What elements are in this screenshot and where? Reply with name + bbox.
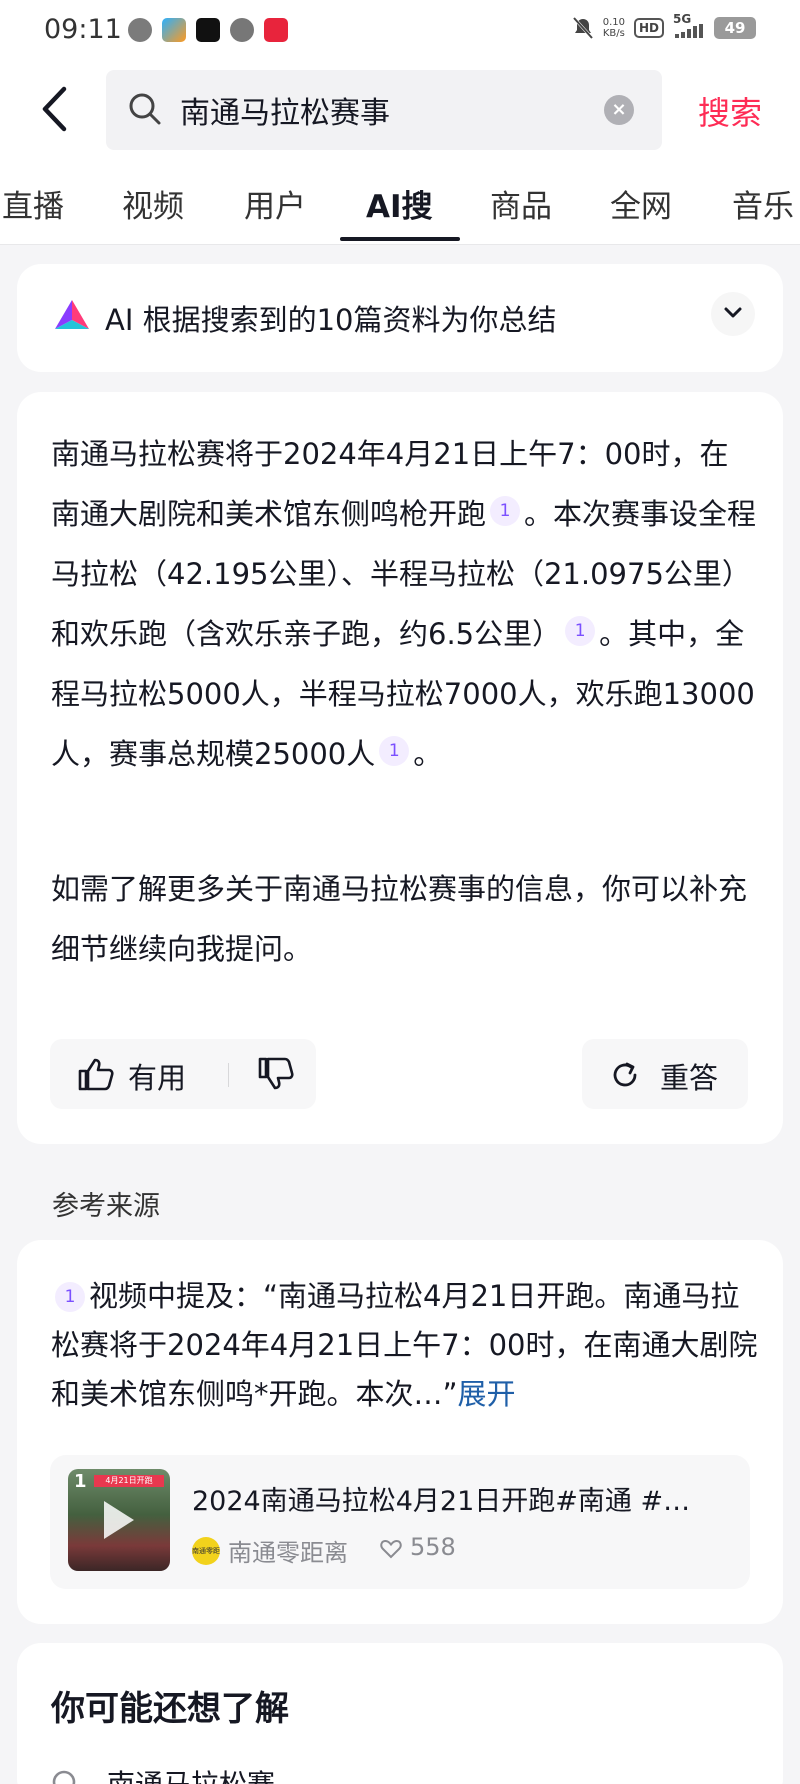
back-button[interactable]: [40, 86, 80, 136]
signal-icon: 5G: [673, 12, 705, 40]
search-icon: [129, 93, 161, 125]
video-author: 南通零距离: [228, 1539, 348, 1567]
tab-goods[interactable]: 商品: [490, 181, 552, 226]
search-icon: [52, 1770, 76, 1784]
regenerate-label: 重答: [660, 1061, 719, 1095]
useful-button[interactable]: 有用: [50, 1039, 210, 1109]
mute-icon: [572, 16, 593, 40]
tab-ai-search[interactable]: AI搜: [366, 181, 433, 226]
tab-live[interactable]: 直播: [2, 181, 64, 226]
author-avatar: 南通零距离: [192, 1537, 220, 1565]
reference-card: 1 视频中提及：“南通马拉松4月21日开跑。南通马拉松赛将于2024年4月21日上…: [17, 1240, 783, 1624]
summary-text-4: 。: [413, 737, 443, 771]
search-input[interactable]: [180, 70, 580, 150]
related-item[interactable]: 南通马拉松赛: [51, 1763, 571, 1784]
references-title: 参考来源: [52, 1191, 160, 1222]
status-time: 09:11: [44, 14, 122, 45]
status-bar: 09:11 0.10 KB/s HD 5G 49: [0, 0, 800, 62]
citation-badge[interactable]: 1: [55, 1282, 85, 1312]
notification-icons: [128, 18, 288, 42]
hd-badge: HD: [633, 18, 664, 38]
gift-app-icon: [264, 18, 288, 42]
chevron-down-icon: [724, 307, 742, 318]
arrow-app-icon: [162, 18, 186, 42]
reference-video-item[interactable]: 1 4月21日开跑 2024南通马拉松4月21日开跑#南通 #… 南通零距离 南…: [50, 1455, 750, 1589]
expand-link[interactable]: 展开: [458, 1377, 516, 1411]
reference-excerpt: 1 视频中提及：“南通马拉松4月21日开跑。南通马拉松赛将于2024年4月21日上…: [51, 1272, 767, 1419]
top-header: 09:11 0.10KB/s HD 5G 49 × 搜索 直播 视频: [0, 0, 800, 245]
heart-icon: [380, 1539, 402, 1559]
video-thumbnail: 1 4月21日开跑: [68, 1469, 170, 1571]
video-index: 1: [74, 1471, 87, 1492]
tiktok-icon: [196, 18, 220, 42]
regenerate-button[interactable]: 重答: [582, 1039, 748, 1109]
thumbnail-banner: 4月21日开跑: [94, 1475, 164, 1487]
play-icon: [104, 1501, 134, 1539]
search-box[interactable]: ×: [106, 70, 662, 150]
citation-badge[interactable]: 1: [490, 496, 521, 526]
feedback-divider: [228, 1063, 229, 1087]
search-tabs: 直播 视频 用户 AI搜 商品 全网 音乐: [0, 175, 800, 245]
ai-summary-header[interactable]: AI 根据搜索到的10篇资料为你总结: [17, 264, 783, 372]
tab-music[interactable]: 音乐: [732, 181, 794, 226]
ai-summary-card: 南通马拉松赛将于2024年4月21日上午7：00时，在南通大剧院和美术馆东侧鸣枪…: [17, 392, 783, 1144]
ai-summary-title: AI 根据搜索到的10篇资料为你总结: [105, 303, 557, 337]
ai-logo-icon: [55, 300, 89, 329]
tab-user[interactable]: 用户: [244, 181, 306, 226]
citation-badge[interactable]: 1: [379, 736, 410, 766]
back-arrow-icon: [42, 86, 67, 132]
useful-label: 有用: [128, 1061, 187, 1095]
expand-summary-button[interactable]: [711, 292, 755, 336]
refresh-icon: [613, 1062, 637, 1087]
system-status: 0.10 KB/s HD 5G 49: [572, 12, 756, 40]
tab-web[interactable]: 全网: [610, 181, 672, 226]
tab-video[interactable]: 视频: [122, 181, 184, 226]
related-item-label: 南通马拉松赛: [107, 1763, 275, 1784]
not-useful-button[interactable]: [240, 1039, 316, 1109]
citation-badge[interactable]: 1: [565, 616, 596, 646]
related-title: 你可能还想了解: [51, 1689, 289, 1729]
wechat-icon: [128, 18, 152, 42]
tabs-divider: [0, 244, 800, 245]
thumbs-down-icon: [258, 1057, 294, 1090]
link-app-icon: [230, 18, 254, 42]
summary-paragraph: 南通马拉松赛将于2024年4月21日上午7：00时，在南通大剧院和美术馆东侧鸣枪…: [51, 424, 757, 784]
clear-search-icon[interactable]: ×: [604, 95, 634, 125]
search-button[interactable]: 搜索: [698, 88, 762, 134]
feedback-group: 有用: [50, 1039, 316, 1109]
like-count: 558: [410, 1533, 456, 1561]
active-tab-indicator: [340, 237, 460, 241]
summary-followup: 如需了解更多关于南通马拉松赛事的信息，你可以补充细节继续向我提问。: [51, 872, 748, 966]
network-speed: 0.10 KB/s: [602, 17, 625, 39]
thumbs-up-icon: [78, 1058, 114, 1091]
battery-icon: 49: [714, 17, 756, 39]
video-title: 2024南通马拉松4月21日开跑#南通 #…: [192, 1486, 691, 1517]
related-card: 你可能还想了解 南通马拉松赛: [17, 1643, 783, 1784]
reference-text: 视频中提及：“南通马拉松4月21日开跑。南通马拉松赛将于2024年4月21日上午…: [51, 1279, 758, 1411]
